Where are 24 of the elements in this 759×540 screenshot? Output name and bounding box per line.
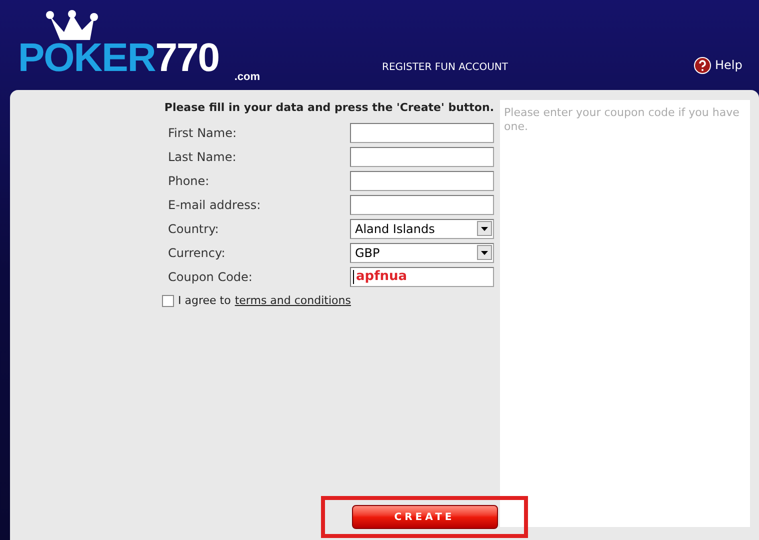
dropdown-field[interactable]: GBP bbox=[350, 242, 494, 262]
instruction-text: Please fill in your data and press the 'Create' button. bbox=[164, 100, 494, 116]
agree-checkbox[interactable] bbox=[162, 294, 174, 307]
coupon-hint-text: Please enter your coupon code if you have one. bbox=[504, 106, 740, 134]
create-button[interactable]: CREATE bbox=[352, 505, 498, 529]
page-title: REGISTER FUN ACCOUNT bbox=[382, 61, 508, 75]
field-label: Country: bbox=[168, 220, 220, 238]
field-label: Coupon Code: bbox=[168, 268, 254, 286]
help-link[interactable]: Help bbox=[694, 56, 742, 74]
field-label: Phone: bbox=[168, 172, 210, 190]
coupon-field[interactable]: apfnua bbox=[350, 266, 494, 286]
text-field[interactable] bbox=[350, 170, 494, 190]
text-field[interactable] bbox=[350, 122, 494, 142]
agree-text: I agree to bbox=[178, 292, 231, 308]
terms-link[interactable]: terms and conditions bbox=[234, 292, 351, 309]
logo[interactable]: POKER770 .com bbox=[18, 4, 260, 84]
field-label: Currency: bbox=[168, 244, 226, 262]
field-label: First Name: bbox=[168, 124, 238, 142]
field-label: E-mail address: bbox=[168, 196, 262, 214]
dropdown-field[interactable]: Aland Islands bbox=[350, 218, 494, 238]
field-label: Last Name: bbox=[168, 148, 238, 166]
text-field[interactable] bbox=[350, 194, 494, 214]
text-field[interactable] bbox=[350, 146, 494, 166]
help-icon bbox=[694, 56, 711, 74]
